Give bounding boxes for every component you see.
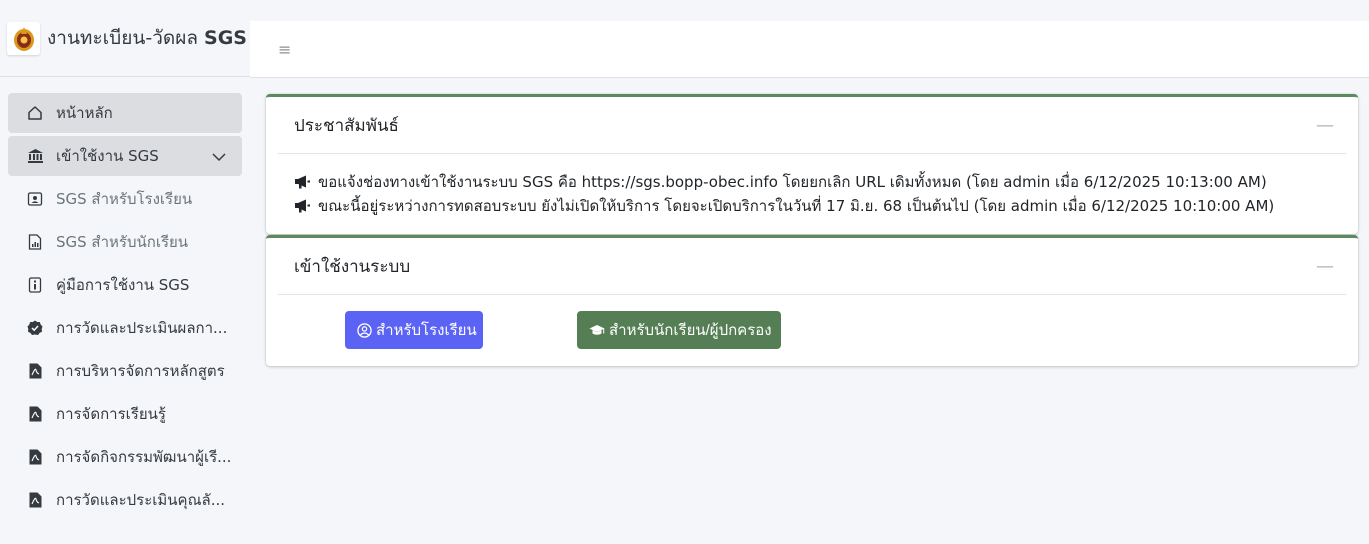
announcement-text: ขณะนี้อยู่ระหว่างการทดสอบระบบ ยังไม่เปิด…: [318, 197, 1275, 215]
pdf-icon: [26, 405, 44, 423]
file-chart-icon: [26, 233, 44, 251]
sidebar-item-activities[interactable]: การจัดกิจกรรมพัฒนาผู้เรี...: [8, 437, 242, 477]
user-circle-icon: [357, 322, 372, 338]
sidebar-item-manual[interactable]: คู่มือการใช้งาน SGS: [8, 265, 242, 305]
announcement-item: ขอแจ้งช่องทางเข้าใช้งานระบบ SGS คือ http…: [294, 170, 1330, 194]
sidebar-item-learning[interactable]: การจัดการเรียนรู้: [8, 394, 242, 434]
badge-check-icon: [26, 319, 44, 337]
sidebar-item-label: เข้าใช้งาน SGS: [56, 147, 159, 165]
sidebar-item-curriculum[interactable]: การบริหารจัดการหลักสูตร: [8, 351, 242, 391]
card-body: ขอแจ้งช่องทางเข้าใช้งานระบบ SGS คือ http…: [266, 154, 1358, 236]
bank-icon: [26, 147, 44, 165]
sidebar: งานทะเบียน-วัดผล SGS หน้าหลัก เข้าใช้งาน…: [0, 0, 250, 544]
sidebar-item-home[interactable]: หน้าหลัก: [8, 93, 242, 133]
card-header: ประชาสัมพันธ์ —: [278, 97, 1346, 154]
sidebar-item-label: SGS สำหรับโรงเรียน: [56, 190, 193, 208]
sidebar-item-sgs-login[interactable]: เข้าใช้งาน SGS: [8, 136, 242, 176]
sidebar-item-label: การวัดและประเมินคุณลั...: [56, 491, 225, 509]
sidebar-nav: หน้าหลัก เข้าใช้งาน SGS SGS สำหรับโรงเรี…: [0, 77, 250, 520]
brand[interactable]: งานทะเบียน-วัดผล SGS: [0, 0, 250, 77]
school-login-button[interactable]: สำหรับโรงเรียน: [345, 311, 483, 349]
sidebar-item-assessment[interactable]: การวัดและประเมินผลกา...: [8, 308, 242, 348]
sidebar-item-attributes[interactable]: การวัดและประเมินคุณลั...: [8, 480, 242, 520]
sidebar-item-sgs-school[interactable]: SGS สำหรับโรงเรียน: [8, 179, 242, 219]
announcement-text: ขอแจ้งช่องทางเข้าใช้งานระบบ SGS คือ http…: [318, 173, 1267, 191]
top-navbar: ≡: [250, 21, 1369, 78]
menu-toggle-icon[interactable]: ≡: [278, 40, 291, 59]
sidebar-item-label: การวัดและประเมินผลกา...: [56, 319, 228, 337]
pdf-icon: [26, 448, 44, 466]
login-card: เข้าใช้งานระบบ — สำหรับโรงเรียน สำหรับนั…: [266, 235, 1358, 366]
student-parent-login-button[interactable]: สำหรับนักเรียน/ผู้ปกครอง: [577, 311, 781, 349]
school-emblem-icon: [7, 21, 40, 55]
sidebar-item-label: คู่มือการใช้งาน SGS: [56, 276, 190, 294]
button-label: สำหรับนักเรียน/ผู้ปกครอง: [609, 322, 772, 339]
sidebar-item-label: การจัดการเรียนรู้: [56, 405, 166, 423]
collapse-icon[interactable]: —: [1316, 115, 1334, 136]
card-title: เข้าใช้งานระบบ: [294, 256, 411, 277]
pdf-icon: [26, 362, 44, 380]
sidebar-item-label: การจัดกิจกรรมพัฒนาผู้เรี...: [56, 448, 232, 466]
button-label: สำหรับโรงเรียน: [376, 322, 477, 339]
sidebar-item-label: หน้าหลัก: [56, 104, 113, 122]
pdf-icon: [26, 491, 44, 509]
brand-title-bold: SGS: [204, 27, 247, 49]
graduation-cap-icon: [589, 324, 605, 337]
sidebar-item-label: SGS สำหรับนักเรียน: [56, 233, 189, 251]
brand-title: งานทะเบียน-วัดผล: [47, 27, 198, 49]
megaphone-icon: [294, 175, 312, 189]
chevron-down-icon: [212, 148, 226, 166]
announcement-item: ขณะนี้อยู่ระหว่างการทดสอบระบบ ยังไม่เปิด…: [294, 194, 1330, 218]
manual-icon: [26, 276, 44, 294]
announcements-card: ประชาสัมพันธ์ — ขอแจ้งช่องทางเข้าใช้งานร…: [266, 94, 1358, 234]
home-icon: [26, 104, 44, 122]
card-header: เข้าใช้งานระบบ —: [278, 238, 1346, 295]
sidebar-item-sgs-student[interactable]: SGS สำหรับนักเรียน: [8, 222, 242, 262]
sidebar-item-label: การบริหารจัดการหลักสูตร: [56, 362, 225, 380]
collapse-icon[interactable]: —: [1316, 256, 1334, 277]
id-card-icon: [26, 190, 44, 208]
card-title: ประชาสัมพันธ์: [294, 115, 399, 136]
login-buttons: สำหรับโรงเรียน สำหรับนักเรียน/ผู้ปกครอง: [266, 311, 1358, 349]
megaphone-icon: [294, 199, 312, 213]
